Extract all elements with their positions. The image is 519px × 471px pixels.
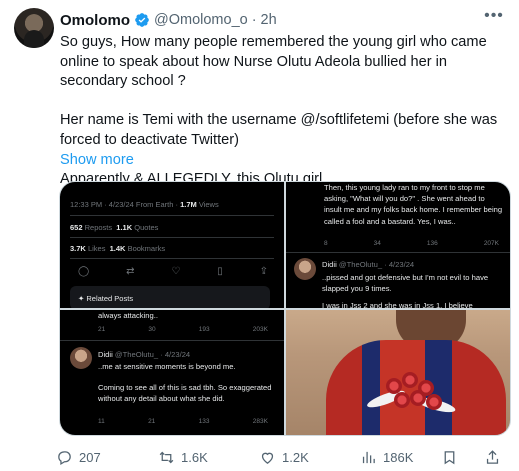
bookmark-icon bbox=[444, 450, 455, 464]
tweet-header: Omolomo @Omolomo_o · 2h bbox=[60, 10, 277, 30]
repost-quote-stats: 652 Reposts 1.1K Quotes bbox=[70, 223, 159, 232]
reply-text: ..me at sensitive moments is beyond me. bbox=[98, 362, 236, 371]
media-image-3[interactable]: always attacking.. 21 30 193 203K Didii … bbox=[60, 310, 284, 435]
show-more-link[interactable]: Show more bbox=[60, 152, 134, 168]
separator-dot: · bbox=[251, 12, 257, 28]
verified-badge-icon bbox=[135, 13, 149, 27]
like-button[interactable]: 1.2K bbox=[259, 446, 309, 468]
reply-avatar bbox=[70, 347, 92, 369]
media-image-2[interactable]: Then, this young lady ran to my front to… bbox=[286, 182, 510, 308]
views-button[interactable]: 186K bbox=[360, 446, 413, 468]
media-image-4-graduation-photo[interactable] bbox=[286, 310, 510, 435]
analytics-icon bbox=[362, 451, 375, 463]
share-button[interactable] bbox=[484, 446, 501, 468]
bookmark-button[interactable] bbox=[441, 446, 458, 468]
heart-icon bbox=[261, 452, 274, 464]
reply-author: Didii @TheOlutu_ · 4/23/24 bbox=[322, 260, 415, 269]
reply-icon: ◯ bbox=[78, 266, 90, 277]
screenshot-stats: 21 30 193 203K bbox=[98, 326, 268, 333]
post-meta: 12:33 PM · 4/23/24 From Earth · 1.7M Vie… bbox=[70, 200, 219, 209]
repost-count: 1.6K bbox=[181, 449, 208, 465]
screenshot-stats: 11 21 133 283K bbox=[98, 418, 268, 425]
author-handle[interactable]: @Omolomo_o bbox=[154, 12, 248, 28]
more-options-icon[interactable]: ••• bbox=[483, 8, 505, 30]
author-avatar[interactable] bbox=[14, 8, 54, 48]
reply-count: 207 bbox=[79, 449, 101, 465]
media-grid: 12:33 PM · 4/23/24 From Earth · 1.7M Vie… bbox=[59, 181, 511, 436]
tweet-paragraph: So guys, How many people remembered the … bbox=[60, 34, 487, 89]
share-icon: ⇪ bbox=[259, 266, 268, 277]
reply-text: ..pissed and got defensive but I'm not e… bbox=[322, 273, 489, 308]
reply-button[interactable]: 207 bbox=[56, 446, 101, 468]
like-bookmark-stats: 3.7K Likes 1.4K Bookmarks bbox=[70, 244, 166, 253]
reply-icon bbox=[58, 450, 71, 465]
tweet: Omolomo @Omolomo_o · 2h ••• So guys, How… bbox=[0, 0, 519, 471]
inner-action-bar: ◯ ⇄ ♡ ▯ ⇪ bbox=[78, 266, 268, 277]
bookmark-icon: ▯ bbox=[217, 266, 223, 277]
reply-author: Didii @TheOlutu_ · 4/23/24 bbox=[98, 350, 191, 359]
like-count: 1.2K bbox=[282, 449, 309, 465]
tweet-time[interactable]: 2h bbox=[261, 12, 277, 28]
share-icon bbox=[486, 449, 499, 464]
view-count: 186K bbox=[383, 449, 414, 465]
rose-bouquet bbox=[365, 360, 457, 420]
repost-icon bbox=[159, 451, 174, 463]
like-icon: ♡ bbox=[171, 266, 181, 277]
screenshot-text: always attacking.. bbox=[98, 311, 158, 320]
action-bar: 207 1.6K 1.2K 186K bbox=[56, 446, 516, 468]
tweet-paragraph: Her name is Temi with the username @/sof… bbox=[60, 112, 498, 148]
screenshot-stats: 8 34 136 207K bbox=[324, 240, 499, 247]
repost-button[interactable]: 1.6K bbox=[158, 446, 208, 468]
media-image-1[interactable]: 12:33 PM · 4/23/24 From Earth · 1.7M Vie… bbox=[60, 182, 284, 308]
related-posts: ✦ Related Posts bbox=[70, 286, 270, 308]
author-name[interactable]: Omolomo bbox=[60, 12, 130, 29]
repost-icon: ⇄ bbox=[126, 266, 135, 277]
reply-text: Coming to see all of this is sad tbh. So… bbox=[98, 383, 272, 403]
reply-avatar bbox=[294, 258, 316, 280]
screenshot-text: Then, this young lady ran to my front to… bbox=[324, 183, 503, 226]
